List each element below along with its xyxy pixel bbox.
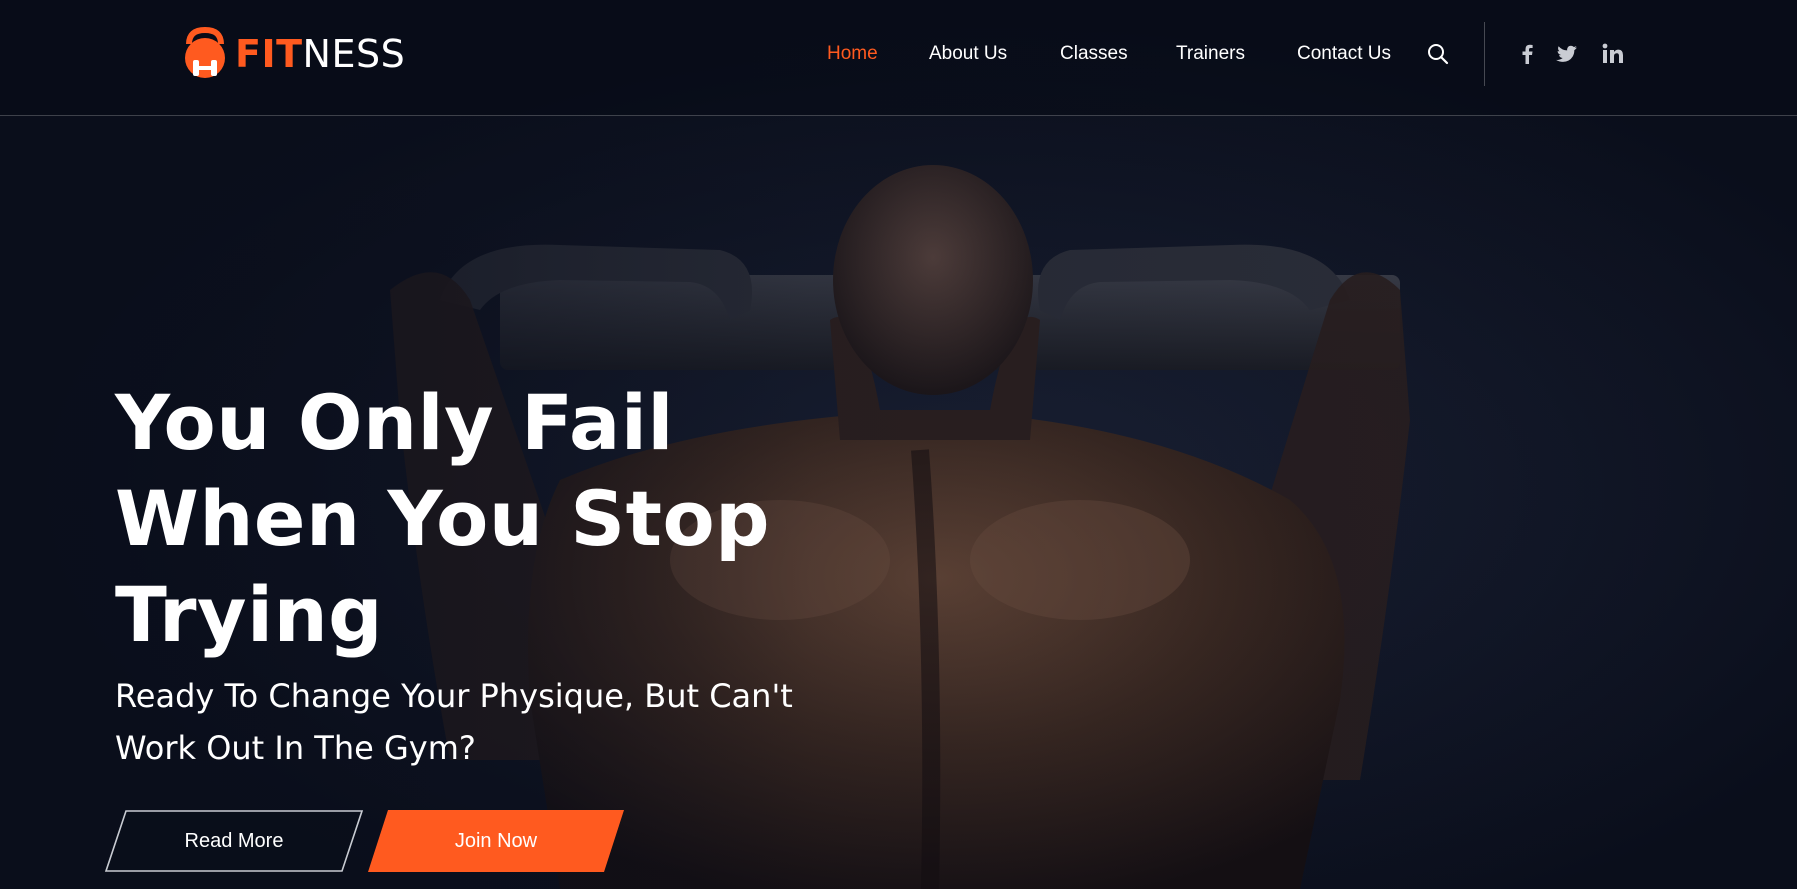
twitter-icon[interactable] <box>1554 42 1578 66</box>
site-header: FITNESS Home About Us Classes Trainers C… <box>0 0 1797 116</box>
header-divider <box>1484 22 1485 86</box>
brand-name-rest: NESS <box>302 32 406 76</box>
subtitle-line-1: Ready To Change Your Physique, But Can't <box>115 677 793 715</box>
nav-item-home[interactable]: Home <box>827 40 878 68</box>
join-now-label: Join Now <box>454 829 538 852</box>
headline-line-2: When You Stop <box>115 474 771 563</box>
nav-item-trainers[interactable]: Trainers <box>1176 40 1245 68</box>
kettlebell-logo-icon <box>185 26 225 78</box>
subtitle-line-2: Work Out In The Gym? <box>115 729 476 767</box>
brand-name-accent: FIT <box>235 32 303 76</box>
hero-subtitle: Ready To Change Your Physique, But Can't… <box>115 670 875 774</box>
linkedin-icon[interactable] <box>1602 42 1624 66</box>
read-more-button[interactable]: Read More <box>104 810 364 872</box>
facebook-icon[interactable] <box>1520 42 1536 66</box>
search-icon[interactable] <box>1426 42 1450 66</box>
nav-item-classes[interactable]: Classes <box>1060 40 1128 68</box>
brand-wordmark: FITNESS <box>235 35 405 73</box>
hero-headline: You Only Fail When You Stop Trying <box>115 375 875 663</box>
landing-page: FITNESS Home About Us Classes Trainers C… <box>0 0 1797 889</box>
brand-logo[interactable]: FITNESS <box>175 26 405 82</box>
join-now-button[interactable]: Join Now <box>366 810 626 872</box>
headline-line-1: You Only Fail <box>115 378 674 467</box>
read-more-label: Read More <box>184 829 284 852</box>
nav-item-about-us[interactable]: About Us <box>929 40 1007 68</box>
nav-item-contact-us[interactable]: Contact Us <box>1297 40 1391 68</box>
headline-line-3: Trying <box>115 570 384 659</box>
